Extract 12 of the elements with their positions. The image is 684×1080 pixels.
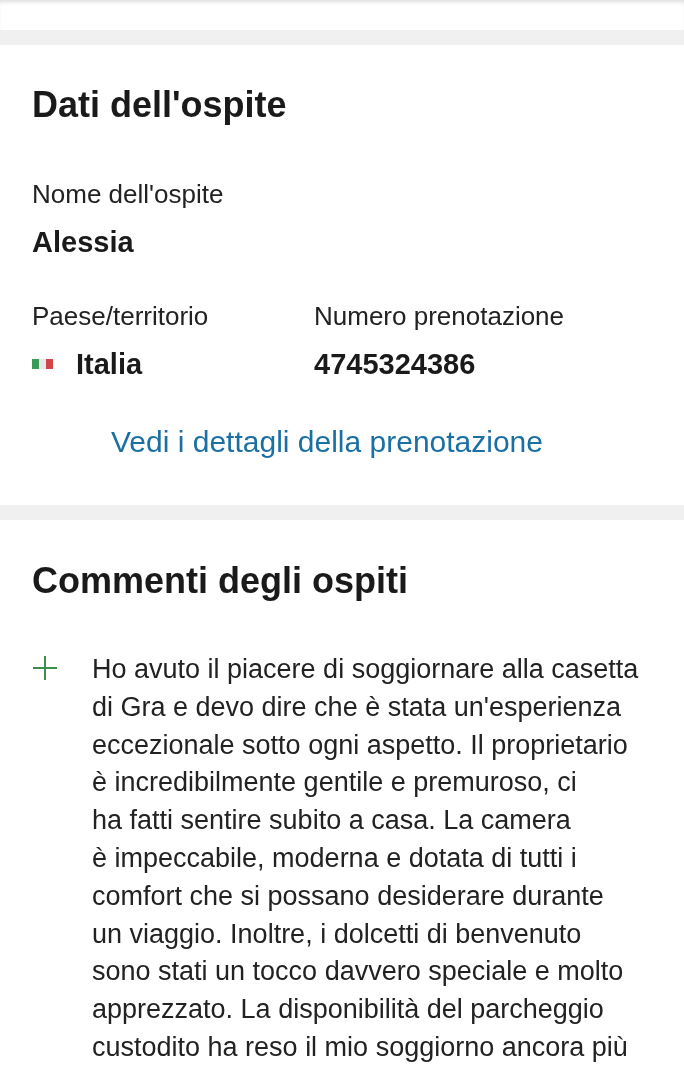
section-title: Commenti degli ospiti	[32, 559, 409, 602]
guest-comment: Ho avuto il piacere di soggiornare alla casetta di Gra e devo dire che è stata un'esperienza eccezionale sotto ogni aspetto. Il proprietario è incredibilmente gentile e premuroso, ci ha fatti sentire subito a casa. La camera è impeccabile, moderna e dotata di tutti i comfort che si possano desiderare durante un viaggio. Inoltre, i dolcetti di benvenuto sono stati un tocco davvero speciale e molto apprezzato. La disponibilità del parcheggio custodito ha reso il mio soggiorno ancora più	[92, 653, 639, 1064]
booking-details-link[interactable]: Vedi i dettagli della prenotazione	[111, 425, 543, 458]
plus-icon	[32, 655, 58, 681]
flag-icon	[32, 357, 56, 371]
field-value: Italia	[76, 347, 143, 382]
field-label: Paese/territorio	[32, 300, 210, 333]
field-value: Alessia	[32, 225, 135, 260]
section-title: Dati dell'ospite	[32, 83, 288, 126]
field-label: Numero prenotazione	[314, 300, 565, 333]
field-value: 4745324386	[314, 347, 477, 382]
field-label: Nome dell'ospite	[32, 178, 225, 211]
